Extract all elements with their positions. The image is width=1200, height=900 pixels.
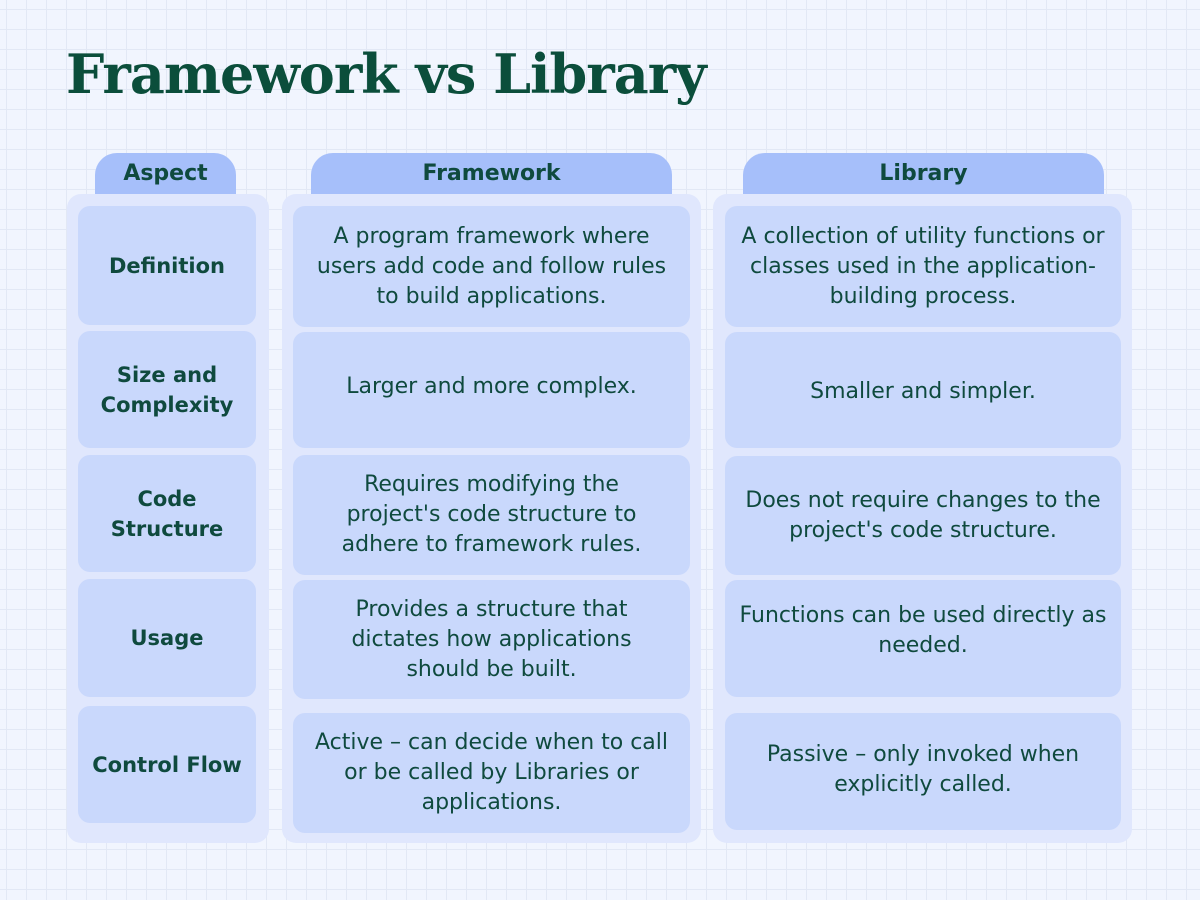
column-header-library: Library xyxy=(743,153,1104,195)
column-header-framework: Framework xyxy=(311,153,672,195)
framework-cell-size-complexity: Larger and more complex. xyxy=(293,332,690,448)
library-cell-size-complexity: Smaller and simpler. xyxy=(725,332,1121,448)
library-cell-code-structure: Does not require changes to the project'… xyxy=(725,456,1121,575)
framework-cell-code-structure: Requires modifying the project's code st… xyxy=(293,455,690,575)
aspect-cell-control-flow: Control Flow xyxy=(78,706,256,823)
library-cell-control-flow: Passive – only invoked when explicitly c… xyxy=(725,713,1121,830)
page-title: Framework vs Library xyxy=(66,42,707,106)
library-cell-definition: A collection of utility functions or cla… xyxy=(725,206,1121,327)
aspect-cell-size-complexity: Size and Complexity xyxy=(78,331,256,448)
framework-cell-control-flow: Active – can decide when to call or be c… xyxy=(293,713,690,833)
aspect-cell-definition: Definition xyxy=(78,206,256,325)
aspect-cell-code-structure: Code Structure xyxy=(78,455,256,572)
framework-cell-definition: A program framework where users add code… xyxy=(293,206,690,327)
library-cell-usage: Functions can be used directly as needed… xyxy=(725,580,1121,697)
aspect-cell-usage: Usage xyxy=(78,579,256,697)
column-header-aspect: Aspect xyxy=(95,153,236,195)
framework-cell-usage: Provides a structure that dictates how a… xyxy=(293,580,690,699)
